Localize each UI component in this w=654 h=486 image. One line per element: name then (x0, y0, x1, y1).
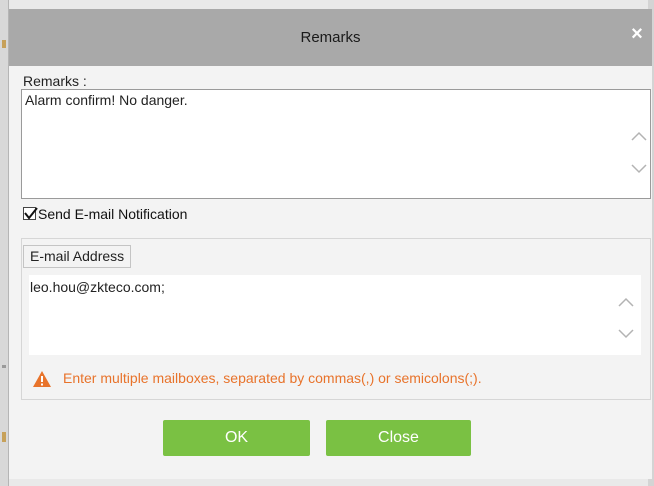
close-button[interactable]: Close (326, 420, 471, 456)
chevron-down-icon[interactable] (617, 325, 635, 343)
chevron-up-icon[interactable] (630, 127, 648, 145)
warning-icon (32, 370, 52, 393)
background-marker (2, 40, 6, 48)
remarks-textarea[interactable]: Alarm confirm! No danger. (21, 89, 651, 199)
send-email-checkbox[interactable] (23, 207, 38, 220)
dialog-title: Remarks (300, 29, 361, 46)
background-window-edge (0, 0, 9, 486)
ok-button[interactable]: OK (163, 420, 310, 456)
remarks-label: Remarks : (23, 73, 87, 89)
close-icon[interactable]: × (629, 24, 645, 44)
dialog-titlebar: Remarks × (9, 9, 652, 66)
remarks-value: Alarm confirm! No danger. (25, 92, 188, 108)
email-address-textarea[interactable]: leo.hou@zkteco.com; (29, 275, 641, 355)
chevron-up-icon[interactable] (617, 293, 635, 311)
background-marker (2, 432, 6, 442)
email-address-legend: E-mail Address (23, 245, 132, 268)
email-address-value: leo.hou@zkteco.com; (30, 279, 165, 295)
email-hint-text: Enter multiple mailboxes, separated by c… (63, 370, 482, 386)
remarks-dialog: Remarks × Remarks : Alarm confirm! No da… (9, 9, 652, 479)
background-marker (2, 365, 6, 368)
check-icon (24, 207, 38, 220)
send-email-label[interactable]: Send E-mail Notification (38, 206, 187, 222)
chevron-down-icon[interactable] (630, 160, 648, 178)
